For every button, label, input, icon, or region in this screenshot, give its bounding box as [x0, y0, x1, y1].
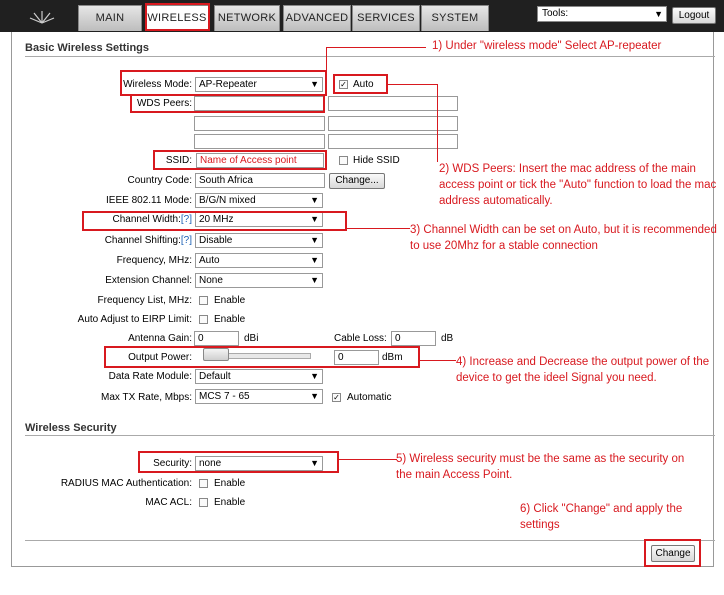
frequency-list-label: Frequency List, MHz:	[97, 295, 192, 306]
tools-label: Tools:	[542, 8, 569, 19]
connector-line	[388, 84, 438, 85]
cable-loss-input[interactable]: 0	[391, 331, 436, 346]
connector-line	[420, 360, 456, 361]
chevron-down-icon: ▼	[310, 275, 319, 285]
frequency-label: Frequency, MHz:	[116, 255, 192, 266]
wds-peer-5-input[interactable]	[194, 134, 325, 149]
wds-peer-6-input[interactable]	[328, 134, 458, 149]
connector-line	[437, 84, 438, 162]
logout-button[interactable]: Logout	[672, 7, 716, 24]
highlight-channel-width	[82, 211, 347, 231]
basic-wireless-settings-title: Basic Wireless Settings	[25, 42, 150, 54]
eirp-enable-label: Enable	[214, 314, 246, 325]
data-rate-module-select[interactable]: Default ▼	[195, 369, 323, 384]
frequency-select[interactable]: Auto ▼	[195, 253, 323, 268]
ieee-mode-label: IEEE 802.11 Mode:	[106, 195, 192, 206]
divider	[25, 56, 715, 57]
wds-peer-2-input[interactable]	[328, 96, 458, 111]
ieee-mode-value: B/G/N mixed	[199, 195, 256, 206]
chevron-down-icon: ▼	[310, 255, 319, 265]
country-code-field: South Africa	[195, 173, 325, 188]
mac-acl-enable-label: Enable	[214, 497, 246, 508]
eirp-checkbox[interactable]	[199, 315, 208, 324]
frequency-list-enable-label: Enable	[214, 295, 246, 306]
highlight-output-power	[104, 346, 420, 368]
chevron-down-icon: ▼	[654, 9, 663, 19]
radius-mac-auth-checkbox[interactable]	[199, 479, 208, 488]
tab-services[interactable]: SERVICES	[352, 5, 420, 31]
frequency-value: Auto	[199, 255, 220, 266]
annotation-4: 4) Increase and Decrease the output powe…	[456, 356, 710, 384]
channel-shifting-label: Channel Shifting:[?]	[80, 235, 192, 246]
annotation-2: 2) WDS Peers: Insert the mac address of …	[439, 163, 717, 207]
eirp-label: Auto Adjust to EIRP Limit:	[77, 314, 192, 325]
tab-system[interactable]: SYSTEM	[421, 5, 489, 31]
db-unit: dB	[441, 333, 454, 344]
ubiquiti-logo-icon	[29, 11, 55, 24]
wds-peer-3-input[interactable]	[194, 116, 325, 131]
dbi-unit: dBi	[244, 333, 259, 344]
antenna-gain-label: Antenna Gain:	[128, 333, 192, 344]
tools-dropdown[interactable]: Tools: ▼	[537, 6, 667, 22]
divider	[25, 435, 715, 436]
cable-loss-label: Cable Loss:	[334, 333, 387, 344]
highlight-auto	[333, 74, 388, 94]
channel-shifting-label-text: Channel Shifting:	[104, 235, 181, 246]
channel-shifting-select[interactable]: Disable ▼	[195, 233, 323, 248]
connector-line	[339, 459, 397, 460]
data-rate-module-label: Data Rate Module:	[108, 371, 192, 382]
max-tx-rate-select[interactable]: MCS 7 - 65 ▼	[195, 389, 323, 404]
divider	[25, 540, 715, 541]
chevron-down-icon: ▼	[310, 195, 319, 205]
radius-mac-auth-label: RADIUS MAC Authentication:	[60, 478, 192, 489]
connector-line	[326, 47, 426, 48]
annotation-3: 3) Channel Width can be set on Auto, but…	[410, 224, 717, 252]
tab-advanced[interactable]: ADVANCED	[283, 5, 351, 31]
tab-main[interactable]: MAIN	[78, 5, 142, 31]
mac-acl-checkbox[interactable]	[199, 498, 208, 507]
wireless-security-title: Wireless Security	[25, 422, 117, 434]
connector-line	[347, 228, 410, 229]
change-country-button[interactable]: Change...	[329, 173, 385, 189]
highlight-wireless-mode	[120, 70, 327, 96]
highlight-security	[138, 451, 339, 473]
annotation-1: 1) Under "wireless mode" Select AP-repea…	[432, 40, 662, 52]
automatic-checkbox[interactable]: ✓	[332, 393, 341, 402]
wds-peer-4-input[interactable]	[328, 116, 458, 131]
chevron-down-icon: ▼	[310, 235, 319, 245]
tab-network[interactable]: NETWORK	[214, 5, 280, 31]
channel-shifting-help-link[interactable]: [?]	[181, 235, 192, 246]
hide-ssid-checkbox[interactable]	[339, 156, 348, 165]
annotation-6: 6) Click "Change" and apply the settings	[520, 503, 683, 531]
max-tx-rate-value: MCS 7 - 65	[199, 391, 250, 402]
frequency-list-checkbox[interactable]	[199, 296, 208, 305]
mac-acl-label: MAC ACL:	[145, 497, 192, 508]
max-tx-rate-label: Max TX Rate, Mbps:	[101, 392, 192, 403]
chevron-down-icon: ▼	[310, 391, 319, 401]
country-code-label: Country Code:	[127, 175, 192, 186]
annotation-5: 5) Wireless security must be the same as…	[396, 453, 685, 481]
extension-channel-select[interactable]: None ▼	[195, 273, 323, 288]
connector-line	[326, 47, 327, 71]
data-rate-module-value: Default	[199, 371, 231, 382]
ieee-mode-select[interactable]: B/G/N mixed ▼	[195, 193, 323, 208]
antenna-gain-input[interactable]: 0	[194, 331, 239, 346]
highlight-wireless-tab	[145, 3, 210, 31]
radius-mac-auth-enable-label: Enable	[214, 478, 246, 489]
extension-channel-label: Extension Channel:	[105, 275, 192, 286]
automatic-label: Automatic	[347, 392, 392, 403]
hide-ssid-label: Hide SSID	[353, 155, 400, 166]
highlight-ssid	[153, 150, 327, 170]
channel-shifting-value: Disable	[199, 235, 233, 246]
highlight-wds-peers	[130, 94, 325, 113]
chevron-down-icon: ▼	[310, 371, 319, 381]
highlight-change-button	[644, 539, 701, 567]
extension-channel-value: None	[199, 275, 223, 286]
